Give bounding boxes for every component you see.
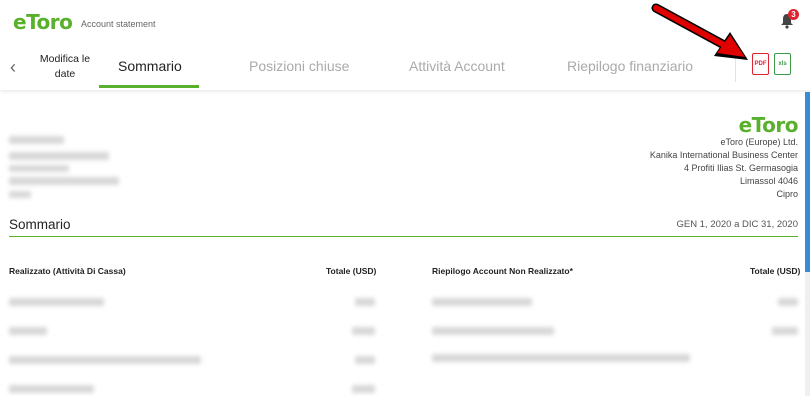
blurred-address-line	[9, 191, 31, 198]
blurred-row-value	[772, 327, 798, 335]
blurred-name	[9, 136, 64, 144]
blurred-row-value	[352, 327, 375, 335]
blurred-row-value	[355, 356, 375, 364]
scrollbar-thumb[interactable]	[805, 92, 810, 272]
etoro-logo: eToro	[738, 113, 799, 137]
red-arrow-annotation	[651, 3, 748, 60]
company-country: Cipro	[776, 189, 798, 199]
xls-download-icon[interactable]: xls	[774, 53, 791, 75]
blurred-row-label	[432, 327, 554, 335]
tab-summary[interactable]: Sommario	[118, 58, 182, 74]
blurred-row-label	[9, 356, 201, 364]
unrealized-header: Riepilogo Account Non Realizzato*	[432, 266, 573, 276]
blurred-row-label	[9, 298, 104, 306]
realized-header: Realizzato (Attività Di Cassa)	[9, 266, 126, 276]
blurred-address-line	[9, 165, 69, 172]
pdf-download-icon[interactable]: PDF	[752, 53, 769, 75]
tab-closed-positions[interactable]: Posizioni chiuse	[249, 58, 349, 74]
etoro-logo[interactable]: eToro	[13, 10, 73, 34]
unrealized-total-header: Totale (USD)	[750, 266, 801, 276]
section-divider	[9, 236, 798, 237]
section-title: Sommario	[9, 217, 71, 232]
blurred-note	[432, 354, 690, 362]
blurred-row-label	[9, 327, 47, 335]
blurred-row-value	[352, 385, 375, 393]
notification-badge: 3	[788, 9, 799, 20]
blurred-address-line	[9, 152, 109, 160]
blurred-row-label	[9, 385, 94, 393]
blurred-row-value	[355, 298, 375, 306]
blurred-row-label	[432, 298, 532, 306]
tab-account-activity[interactable]: Attività Account	[409, 58, 505, 74]
date-range: GEN 1, 2020 a DIC 31, 2020	[676, 219, 798, 230]
company-address-line: Kanika International Business Center	[649, 150, 798, 160]
modify-dates-button[interactable]: Modifica le date	[34, 52, 96, 82]
realized-total-header: Totale (USD)	[326, 266, 377, 276]
company-address-line: 4 Profiti Ilias St. Germasogia	[683, 163, 798, 173]
blurred-address-line	[9, 177, 119, 185]
company-info: eToro eToro (Europe) Ltd. Kanika Interna…	[649, 113, 799, 201]
back-chevron-icon[interactable]: ‹	[10, 57, 16, 78]
blurred-row-value	[778, 298, 798, 306]
company-name: eToro (Europe) Ltd.	[720, 137, 798, 147]
active-tab-indicator	[99, 85, 199, 88]
company-address-line: Limassol 4046	[739, 176, 798, 186]
app-subtitle: Account statement	[81, 19, 156, 29]
